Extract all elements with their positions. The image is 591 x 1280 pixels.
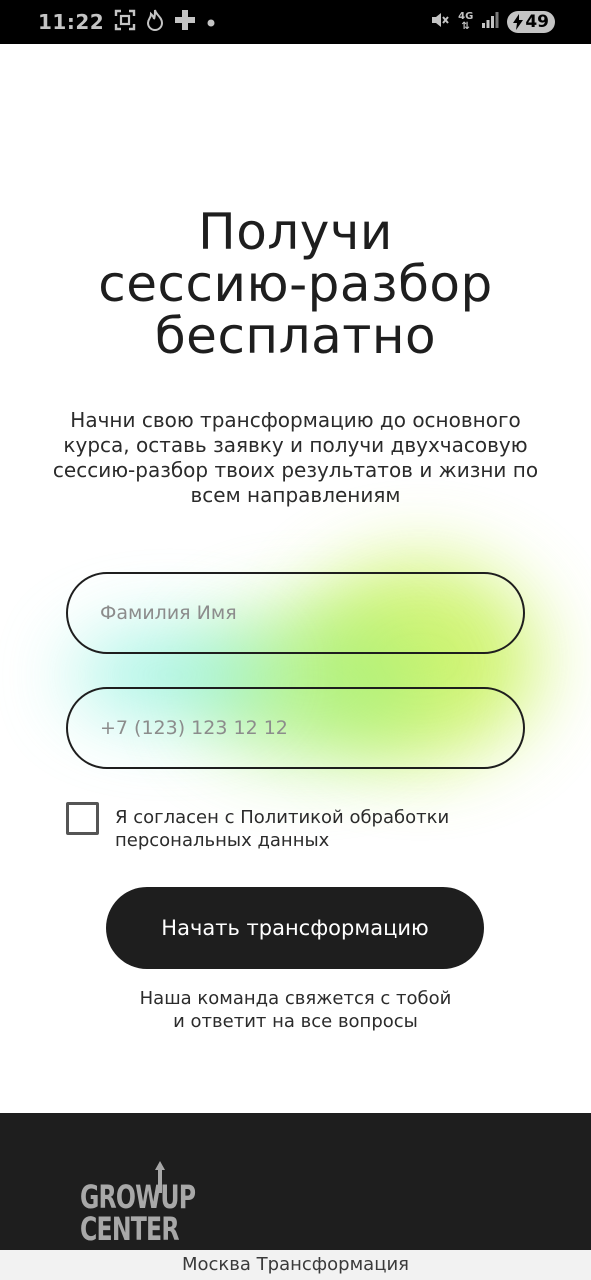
status-left: 11:22 <box>38 9 216 35</box>
network-indicator: 4G ⇅ <box>458 12 473 32</box>
title-line-1: Получи <box>198 203 393 261</box>
phone-input[interactable] <box>100 717 491 739</box>
status-bar: 11:22 4G ⇅ 49 <box>0 0 591 44</box>
screenshot-icon <box>114 9 136 35</box>
consent-label[interactable]: Я согласен с Политикой обработки персона… <box>115 802 475 852</box>
logo-line-1: GROWUP <box>80 1178 196 1216</box>
page: 11:22 4G ⇅ 49 Получи сессию-разбор беспл… <box>0 0 591 1280</box>
charging-icon <box>513 14 524 30</box>
name-input[interactable] <box>100 602 491 624</box>
page-title: Получи сессию-разбор бесплатно <box>0 206 591 362</box>
consent-checkbox[interactable] <box>66 802 99 835</box>
status-time: 11:22 <box>38 10 105 34</box>
title-line-3: бесплатно <box>154 307 437 365</box>
title-line-2: сессию-разбор <box>98 255 493 313</box>
name-field-wrapper <box>66 572 525 654</box>
status-right: 4G ⇅ 49 <box>430 10 555 34</box>
note-line-2: и ответит на все вопросы <box>173 1011 418 1032</box>
page-subtitle: Начни свою трансформацию до основного ку… <box>52 408 539 507</box>
note-line-1: Наша команда свяжется с тобой <box>139 988 452 1009</box>
growup-logo[interactable]: GROWUP CENTER <box>80 1161 210 1251</box>
data-arrows-icon: ⇅ <box>461 21 470 32</box>
flame-icon <box>146 9 164 35</box>
response-note: Наша команда свяжется с тобой и ответит … <box>100 987 491 1033</box>
mute-icon <box>430 10 450 34</box>
logo-line-2: CENTER <box>80 1210 180 1248</box>
battery-indicator: 49 <box>507 11 555 33</box>
submit-button[interactable]: Начать трансформацию <box>106 887 484 969</box>
dot-icon <box>206 13 216 32</box>
consent-row: Я согласен с Политикой обработки персона… <box>66 802 526 852</box>
signal-icon <box>481 11 499 33</box>
battery-level: 49 <box>525 12 549 32</box>
plus-icon <box>174 9 196 35</box>
phone-field-wrapper <box>66 687 525 769</box>
url-bar[interactable]: Москва Трансформация <box>0 1250 591 1280</box>
